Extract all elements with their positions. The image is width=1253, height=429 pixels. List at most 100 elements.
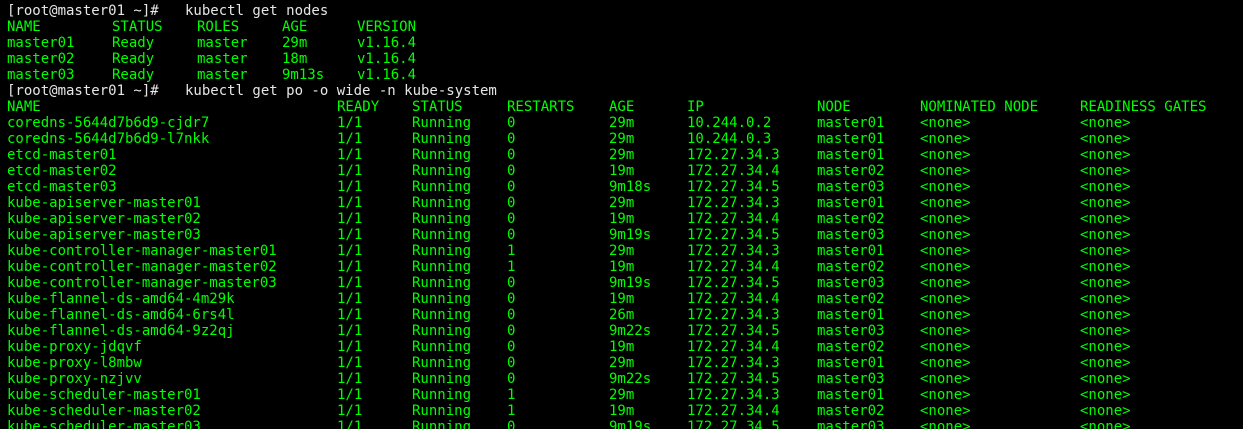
table-row: etcd-master03 1/1 Running 0 9m18s 172.27.34.5… xyxy=(0,179,1243,195)
pod-readiness-gates-cell: <none> xyxy=(1080,371,1131,387)
column-header-pod-status: STATUS xyxy=(412,99,463,115)
table-row: kube-controller-manager-master01 1/1 Runni… xyxy=(0,243,1243,259)
pod-ip-cell: 172.27.34.5 xyxy=(687,419,780,429)
pod-restarts-cell: 0 xyxy=(507,323,516,339)
pod-name-cell: kube-apiserver-master03 xyxy=(7,227,201,243)
command-line: [root@master01 ~]# kubectl get nodes xyxy=(0,3,1243,19)
pod-ip-cell: 172.27.34.3 xyxy=(687,243,780,259)
table-row: kube-proxy-nzjvv 1/1 Running 0 9m22s 172.27.3… xyxy=(0,371,1243,387)
pod-readiness-gates-cell: <none> xyxy=(1080,211,1131,227)
pod-ready-cell: 1/1 xyxy=(337,339,363,355)
pod-age-cell: 19m xyxy=(609,163,635,179)
pod-nominated-node-cell: <none> xyxy=(920,115,971,131)
pod-nominated-node-cell: <none> xyxy=(920,179,971,195)
table-row: kube-scheduler-master03 1/1 Running 0 9m19s 1… xyxy=(0,419,1243,429)
pod-ready-cell: 1/1 xyxy=(337,403,363,419)
pod-restarts-cell: 0 xyxy=(507,291,516,307)
node-name-cell: master01 xyxy=(7,35,75,51)
column-header-pod-ip: IP xyxy=(687,99,704,115)
pod-status-cell: Running xyxy=(412,371,472,387)
pod-age-cell: 9m18s xyxy=(609,179,652,195)
pod-node-cell: master01 xyxy=(817,131,885,147)
pod-status-cell: Running xyxy=(412,227,472,243)
terminal-window[interactable]: [root@master01 ~]# kubectl get nodes NAME S… xyxy=(0,0,1243,429)
table-row: kube-proxy-l8mbw 1/1 Running 0 29m 172.27.34.… xyxy=(0,355,1243,371)
pod-age-cell: 19m xyxy=(609,339,635,355)
node-name-cell: master03 xyxy=(7,67,75,83)
pod-nominated-node-cell: <none> xyxy=(920,131,971,147)
pod-age-cell: 29m xyxy=(609,195,635,211)
node-status-cell: Ready xyxy=(112,51,155,67)
pod-status-cell: Running xyxy=(412,259,472,275)
pod-name-cell: kube-apiserver-master01 xyxy=(7,195,201,211)
pod-age-cell: 19m xyxy=(609,211,635,227)
table-row: master03 Ready master 9m13s v1.16.4 xyxy=(0,67,1243,83)
pod-status-cell: Running xyxy=(412,147,472,163)
table-row: kube-apiserver-master02 1/1 Running 0 19m 172… xyxy=(0,211,1243,227)
pod-node-cell: master02 xyxy=(817,403,885,419)
node-version-cell: v1.16.4 xyxy=(357,51,417,67)
pod-age-cell: 29m xyxy=(609,131,635,147)
typed-command: kubectl get nodes xyxy=(185,3,329,19)
pod-status-cell: Running xyxy=(412,243,472,259)
pod-ready-cell: 1/1 xyxy=(337,307,363,323)
pod-ip-cell: 172.27.34.5 xyxy=(687,179,780,195)
pod-age-cell: 29m xyxy=(609,147,635,163)
pod-restarts-cell: 0 xyxy=(507,195,516,211)
pod-readiness-gates-cell: <none> xyxy=(1080,355,1131,371)
pod-status-cell: Running xyxy=(412,275,472,291)
pod-restarts-cell: 0 xyxy=(507,163,516,179)
node-age-cell: 9m13s xyxy=(282,67,325,83)
pod-restarts-cell: 0 xyxy=(507,371,516,387)
pod-nominated-node-cell: <none> xyxy=(920,227,971,243)
pod-ready-cell: 1/1 xyxy=(337,147,363,163)
pod-name-cell: kube-proxy-nzjvv xyxy=(7,371,142,387)
pod-age-cell: 29m xyxy=(609,243,635,259)
pod-ready-cell: 1/1 xyxy=(337,291,363,307)
pod-restarts-cell: 1 xyxy=(507,259,516,275)
pod-node-cell: master03 xyxy=(817,371,885,387)
pod-restarts-cell: 0 xyxy=(507,307,516,323)
pod-name-cell: kube-flannel-ds-amd64-4m29k xyxy=(7,291,235,307)
pod-ready-cell: 1/1 xyxy=(337,243,363,259)
pod-readiness-gates-cell: <none> xyxy=(1080,339,1131,355)
pod-ip-cell: 172.27.34.5 xyxy=(687,371,780,387)
pod-nominated-node-cell: <none> xyxy=(920,339,971,355)
pod-readiness-gates-cell: <none> xyxy=(1080,307,1131,323)
pod-readiness-gates-cell: <none> xyxy=(1080,227,1131,243)
pod-restarts-cell: 1 xyxy=(507,403,516,419)
pod-status-cell: Running xyxy=(412,115,472,131)
table-row: kube-scheduler-master01 1/1 Running 1 29m 172… xyxy=(0,387,1243,403)
pod-age-cell: 29m xyxy=(609,115,635,131)
pod-nominated-node-cell: <none> xyxy=(920,243,971,259)
pod-node-cell: master03 xyxy=(817,323,885,339)
pod-ip-cell: 172.27.34.3 xyxy=(687,195,780,211)
column-header-node-age: AGE xyxy=(282,19,308,35)
pod-restarts-cell: 0 xyxy=(507,355,516,371)
table-row: coredns-5644d7b6d9-cjdr7 1/1 Running 0 29m 10… xyxy=(0,115,1243,131)
pod-age-cell: 19m xyxy=(609,259,635,275)
pod-ip-cell: 172.27.34.3 xyxy=(687,387,780,403)
pod-ip-cell: 172.27.34.4 xyxy=(687,291,780,307)
pod-node-cell: master02 xyxy=(817,339,885,355)
pod-readiness-gates-cell: <none> xyxy=(1080,275,1131,291)
pod-ready-cell: 1/1 xyxy=(337,179,363,195)
pod-status-cell: Running xyxy=(412,323,472,339)
pod-readiness-gates-cell: <none> xyxy=(1080,403,1131,419)
pod-node-cell: master01 xyxy=(817,355,885,371)
pod-node-cell: master01 xyxy=(817,147,885,163)
shell-prompt: [root@master01 ~]# xyxy=(7,83,159,99)
column-header-pod-readiness-gates: READINESS GATES xyxy=(1080,99,1207,115)
pod-age-cell: 9m22s xyxy=(609,371,652,387)
pod-name-cell: kube-proxy-l8mbw xyxy=(7,355,142,371)
pod-ready-cell: 1/1 xyxy=(337,323,363,339)
node-name-cell: master02 xyxy=(7,51,75,67)
pod-age-cell: 29m xyxy=(609,355,635,371)
table-row: kube-flannel-ds-amd64-9z2qj 1/1 Running 0 9m… xyxy=(0,323,1243,339)
table-header: NAME READY STATUS RESTARTS AGE IP NODE NOMINATE… xyxy=(0,99,1243,115)
pod-node-cell: master01 xyxy=(817,243,885,259)
table-row: kube-controller-manager-master02 1/1 Runni… xyxy=(0,259,1243,275)
pod-nominated-node-cell: <none> xyxy=(920,291,971,307)
pod-node-cell: master02 xyxy=(817,211,885,227)
pod-ip-cell: 10.244.0.2 xyxy=(687,115,772,131)
